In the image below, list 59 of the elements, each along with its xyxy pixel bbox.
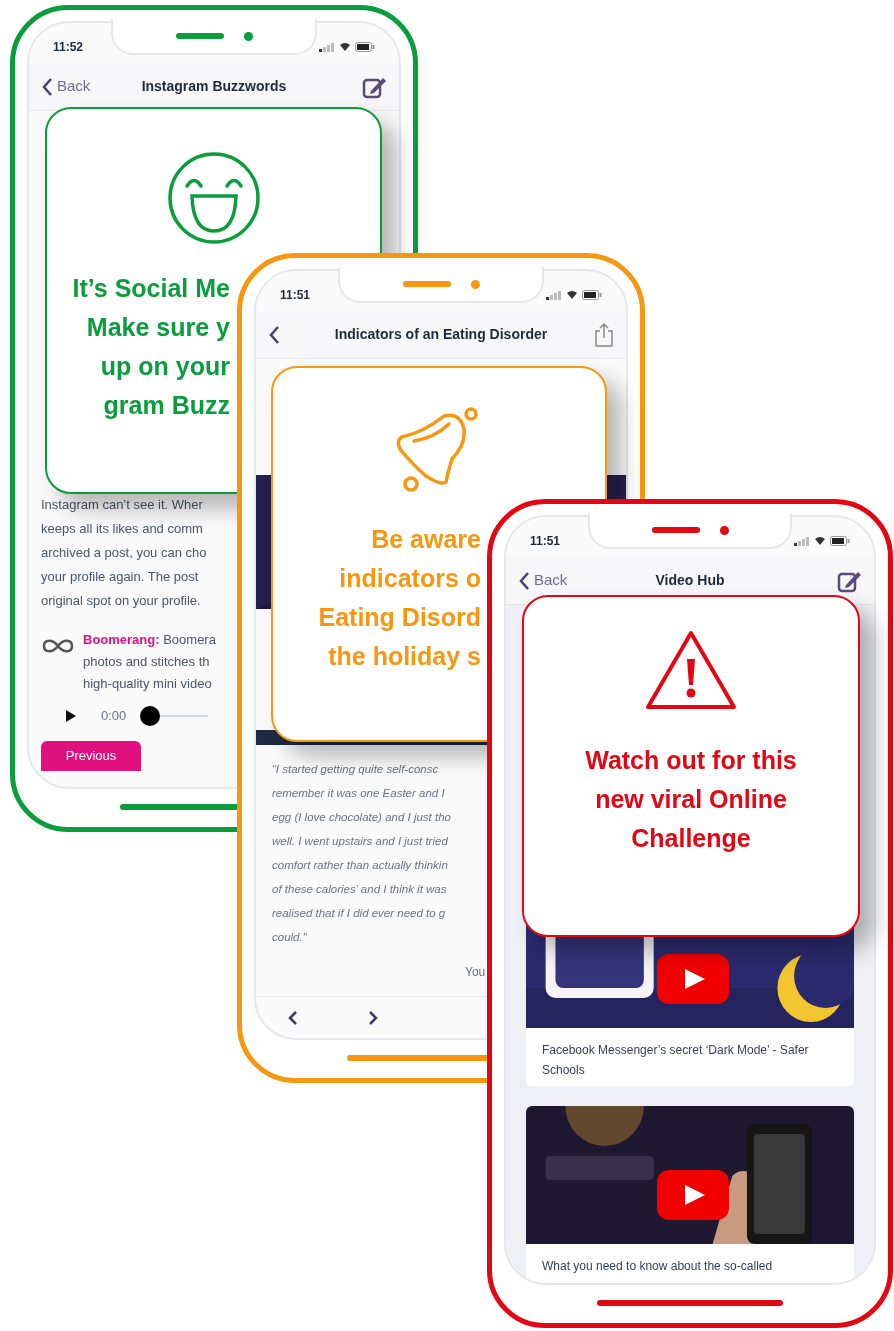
warning-icon [644,629,738,711]
signal-icon [794,536,810,546]
back-link[interactable]: Back [57,75,91,98]
wifi-icon [339,42,351,52]
back-link[interactable]: Back [534,569,568,592]
alert-text: Challenge [631,823,751,854]
quote-text: egg (I love chocolate) and I just tho [272,810,452,825]
back-chevron-icon[interactable] [41,76,53,97]
audio-time: 0:00 [101,707,127,726]
previous-button[interactable]: Previous [41,741,141,771]
alert-text: Make sure y [86,312,230,343]
video-caption: What you need to know about the so-called [541,1257,774,1275]
infinity-icon [41,637,75,655]
alert-text: It’s Social Me [72,273,230,304]
status-time: 11:51 [530,533,561,550]
smiley-icon [166,151,261,245]
video-caption: Facebook Messenger’s secret ‘Dark Mode’ - Safer Schools [541,1042,810,1079]
play-icon[interactable] [65,709,77,723]
screen-title: Indicators of an Eating Disorder [334,325,548,344]
next-chevron-icon[interactable] [368,1009,378,1026]
play-button-icon[interactable] [657,1169,729,1220]
previous-chevron-icon[interactable] [288,1009,298,1026]
wifi-icon [566,290,578,300]
alert-text: Eating Disord [318,602,481,633]
battery-icon [582,290,602,300]
screen-title: Video Hub [655,571,725,590]
quote-attribution: You [465,964,487,981]
screen-title: Instagram Buzzwords [141,77,287,96]
alert-text: Be aware [371,524,481,555]
play-button-icon[interactable] [657,954,729,1004]
alert-text: indicators o [339,563,481,594]
signal-icon [319,42,335,52]
alert-text: gram Buzz [103,390,230,421]
quote-text: could.” [272,930,308,945]
article-text: original spot on your profile. [41,592,202,610]
quote-text: of these calories’ and I think it was [272,882,448,897]
back-chevron-icon[interactable] [268,324,280,345]
status-time: 11:51 [280,287,311,304]
battery-icon [830,536,850,546]
video-card[interactable]: What you need to know about the so-called [526,1105,854,1283]
article-text: Instagram can’t see it. Wher [41,496,204,514]
audio-slider[interactable] [140,706,209,726]
battery-icon [355,42,375,52]
alert-text: new viral Online [595,784,787,815]
quote-text: realised that if I did ever need to g [272,906,447,921]
alert-text: Watch out for this [585,745,797,776]
status-time: 11:52 [53,39,84,56]
article-text: archived a post, you can cho [41,544,208,562]
quote-text: well. I went upstairs and I just tried [272,834,449,849]
share-icon[interactable] [594,321,614,348]
alert-text: the holiday s [328,641,481,672]
glossary-text: high-quality mini video [83,675,213,693]
quote-text: comfort rather than actually thinkin [272,858,449,873]
signal-icon [546,290,562,300]
glossary-text: Boomerang: Boomera [83,631,216,649]
back-chevron-icon[interactable] [518,570,530,591]
alert-text: up on your [100,351,230,382]
wifi-icon [814,536,826,546]
glossary-text: photos and stitches th [83,653,211,671]
